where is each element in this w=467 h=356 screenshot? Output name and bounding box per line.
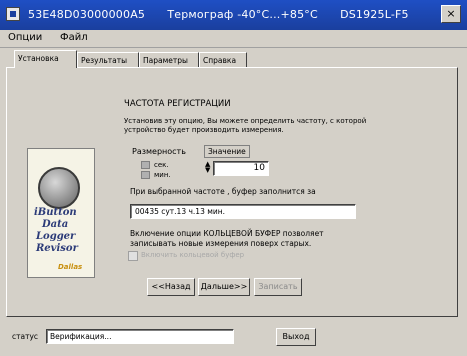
- ring-buffer-description-2: записывать новые измерения поверх старых…: [130, 239, 312, 248]
- section-description-1: Установив эту опцию, Вы можете определит…: [124, 117, 367, 125]
- next-button[interactable]: Дальше>>: [198, 278, 250, 296]
- app-icon[interactable]: [6, 7, 20, 21]
- close-button[interactable]: ×: [441, 5, 461, 23]
- device-serial: 53E48D03000000A5: [28, 8, 146, 21]
- window-title: 53E48D03000000A5 Термограф -40°C...+85°C…: [28, 8, 409, 21]
- menu-options[interactable]: Опции: [8, 32, 42, 43]
- logo-line-4: Revisor: [36, 243, 78, 254]
- menu-bar: Опции Файл: [0, 30, 467, 48]
- value-label: Значение: [204, 145, 250, 158]
- status-bar: статус Верификация... Выход: [0, 322, 467, 356]
- unit-sec-label: сек.: [154, 161, 169, 169]
- dimension-label: Размерность: [132, 147, 186, 156]
- section-description-2: устройство будет производить измерения.: [124, 126, 284, 134]
- menu-file[interactable]: Файл: [60, 32, 88, 43]
- logo-line-3: Logger: [36, 231, 76, 242]
- device-model: DS1925L-F5: [340, 8, 409, 21]
- unit-min-label: мин.: [154, 171, 171, 179]
- write-button[interactable]: Записать: [254, 278, 302, 296]
- status-label: статус: [12, 332, 39, 341]
- ring-buffer-checkbox-label: Включить кольцевой буфер: [141, 251, 245, 259]
- buffer-fill-field: 00435 сут.13 ч.13 мин.: [130, 204, 356, 219]
- back-button[interactable]: <<Назад: [147, 278, 195, 296]
- ring-buffer-checkbox[interactable]: [128, 251, 138, 261]
- rate-spinner-arrows[interactable]: ▲ ▼: [205, 161, 210, 174]
- section-heading: ЧАСТОТА РЕГИСТРАЦИИ: [124, 99, 231, 109]
- tab-results[interactable]: Результаты: [77, 52, 139, 67]
- brand-label: Dallas: [58, 263, 83, 271]
- buffer-fill-label: При выбранной частоте , буфер заполнится…: [130, 187, 316, 196]
- device-product: Термограф -40°C...+85°C: [167, 8, 318, 21]
- logo-line-1: iButton: [34, 207, 77, 218]
- tab-parameters[interactable]: Параметры: [139, 52, 199, 67]
- exit-button[interactable]: Выход: [276, 328, 316, 346]
- close-icon: ×: [446, 7, 456, 20]
- main-area: Установка Результаты Параметры Справка i…: [6, 50, 458, 320]
- logo-line-2: Data: [42, 219, 69, 230]
- tab-help[interactable]: Справка: [199, 52, 247, 67]
- ibutton-logo-image: iButton Data Logger Revisor Dallas: [27, 148, 95, 278]
- unit-sec-radio[interactable]: [141, 161, 150, 169]
- ibutton-icon: [38, 167, 80, 209]
- ring-buffer-description-1: Включение опции КОЛЬЦЕВОЙ БУФЕР позволяе…: [130, 229, 324, 238]
- spin-down-icon[interactable]: ▼: [205, 167, 210, 174]
- tab-setup[interactable]: Установка: [14, 50, 77, 68]
- rate-input[interactable]: 10: [213, 161, 269, 176]
- tab-panel-setup: iButton Data Logger Revisor Dallas ЧАСТО…: [6, 67, 458, 317]
- unit-min-radio[interactable]: [141, 171, 150, 179]
- status-field: Верификация...: [46, 329, 234, 344]
- title-bar: 53E48D03000000A5 Термограф -40°C...+85°C…: [0, 0, 467, 30]
